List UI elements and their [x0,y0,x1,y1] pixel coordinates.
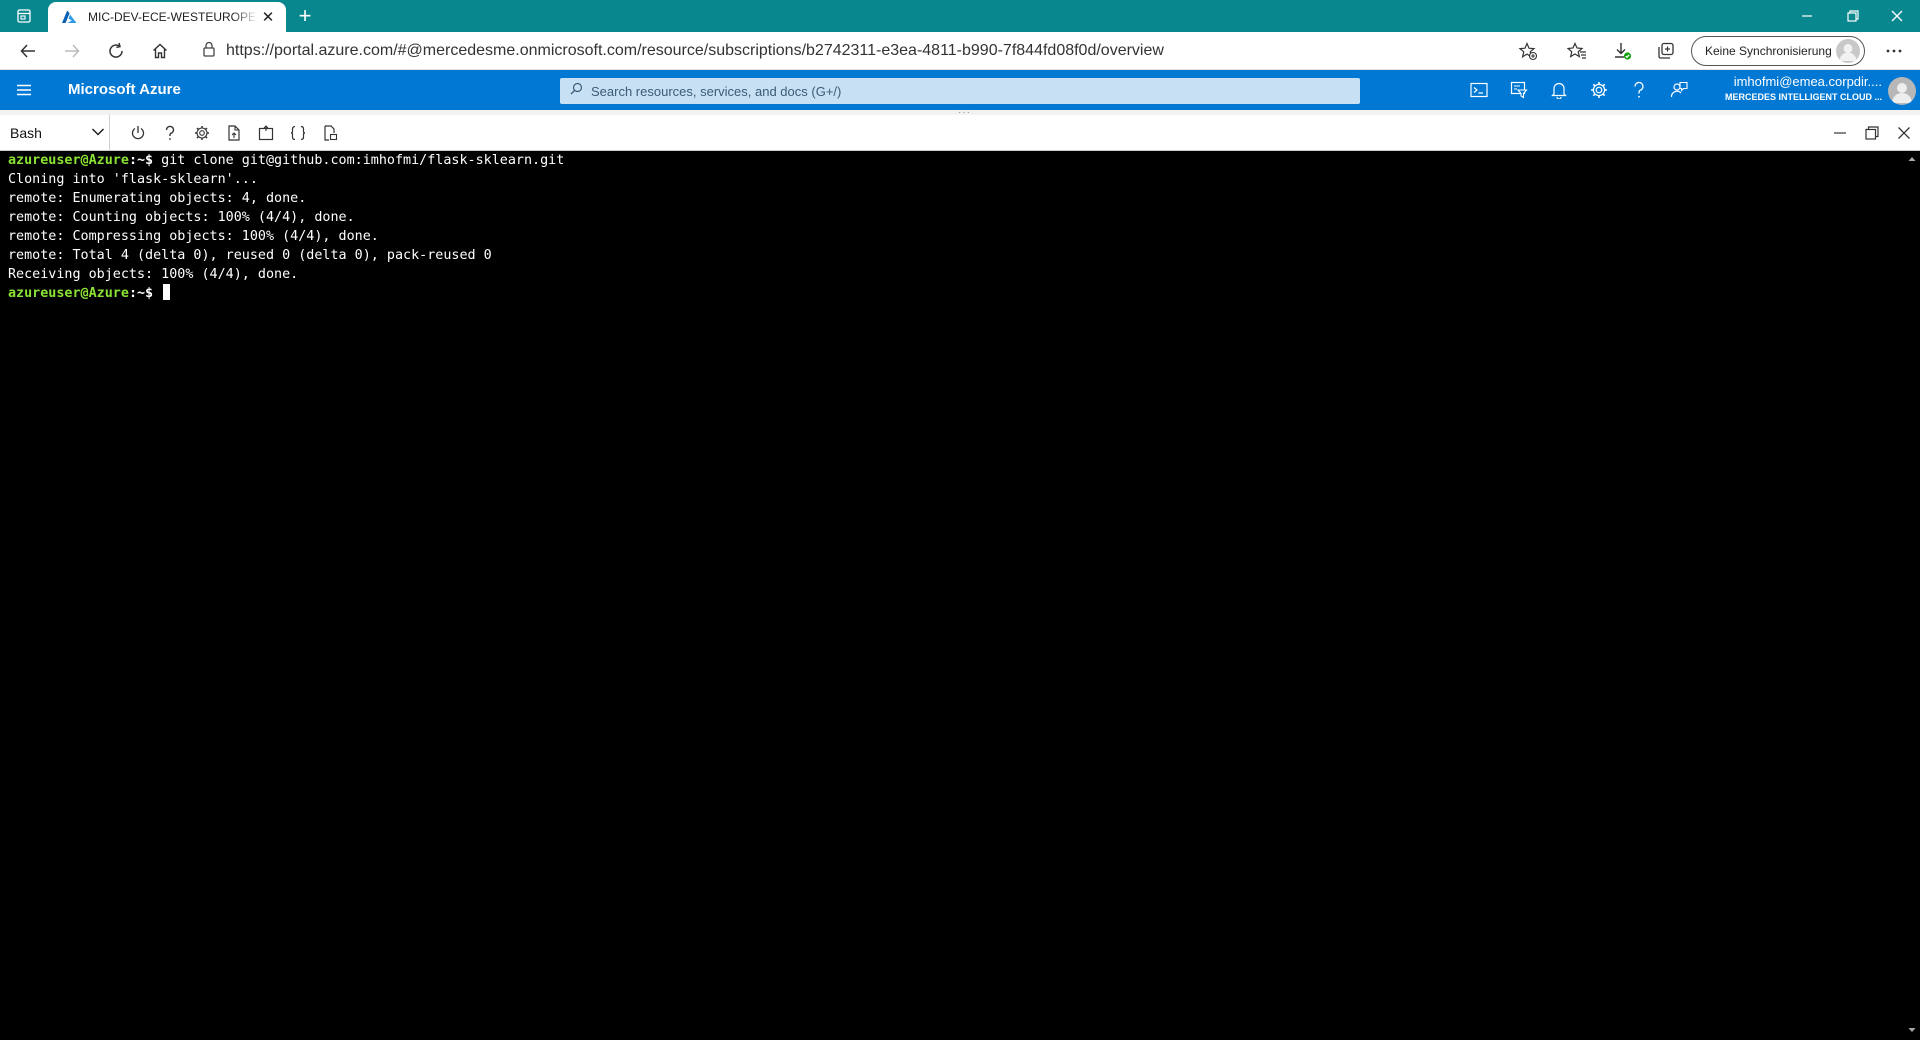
forward-icon[interactable] [56,35,88,67]
terminal-output[interactable]: azureuser@Azure:~$ git clone git@github.… [0,151,1904,1040]
notifications-icon[interactable] [1544,75,1574,105]
portal-brand[interactable]: Microsoft Azure [68,70,181,110]
help-icon[interactable] [1624,75,1654,105]
portal-search-input[interactable]: Search resources, services, and docs (G+… [560,78,1360,104]
profile-avatar-icon [1836,39,1860,63]
sync-profile-button[interactable]: Keine Synchronisierung [1691,36,1865,66]
minimize-shell-icon[interactable] [1826,119,1854,147]
portal-header: Microsoft Azure Search resources, servic… [0,70,1920,110]
upload-download-files-icon[interactable] [220,119,248,147]
account-name: imhofmi@emea.corpdir.... [1733,74,1882,89]
more-options-icon[interactable] [1878,35,1910,67]
window-restore-icon[interactable] [1830,0,1876,32]
favorites-icon[interactable] [1561,35,1593,67]
terminal-cursor [163,284,171,300]
browser-tab-strip: MIC-DEV-ECE-WESTEUROPE-DD ✕ + [0,0,1920,32]
editor-braces-icon[interactable] [284,119,312,147]
command-text: git clone git@github.com:imhofmi/flask-s… [153,153,565,168]
tab-title: MIC-DEV-ECE-WESTEUROPE-DD [88,10,258,24]
terminal-output-line: Receiving objects: 100% (4/4), done. [8,267,299,282]
close-shell-icon[interactable] [1890,119,1918,147]
browser-toolbar: https://portal.azure.com/#@mercedesme.on… [0,32,1920,70]
address-bar[interactable]: https://portal.azure.com/#@mercedesme.on… [192,37,1582,65]
add-favorite-icon[interactable] [1512,35,1544,67]
directory-filter-icon[interactable] [1504,75,1534,105]
web-preview-icon[interactable] [316,119,344,147]
feedback-icon[interactable] [1664,75,1694,105]
maximize-shell-icon[interactable] [1858,119,1886,147]
command-text [153,286,161,301]
user-avatar-icon[interactable] [1888,77,1916,105]
prompt-suffix: :~$ [128,286,154,301]
collections-icon[interactable] [1650,35,1682,67]
cloud-shell-toolbar: Bash [0,115,1920,151]
terminal-output-line: remote: Total 4 (delta 0), reused 0 (del… [8,248,492,263]
prompt-suffix: :~$ [128,153,154,168]
terminal-output-line: remote: Compressing objects: 100% (4/4),… [8,229,379,244]
help-icon[interactable] [156,119,184,147]
portal-menu-icon[interactable] [10,76,38,104]
shell-type-select[interactable]: Bash [0,115,110,151]
refresh-icon[interactable] [100,35,132,67]
search-icon [570,82,583,100]
terminal-command-line: azureuser@Azure:~$ git clone git@github.… [8,151,1904,170]
scroll-down-arrow-icon[interactable] [1908,1026,1916,1034]
sync-label: Keine Synchronisierung [1705,44,1832,58]
terminal-output-line: remote: Counting objects: 100% (4/4), do… [8,210,355,225]
azure-logo-icon [60,8,78,26]
terminal-output-line: remote: Enumerating objects: 4, done. [8,191,307,206]
tab-actions-icon[interactable] [8,0,40,32]
window-close-icon[interactable] [1874,0,1920,32]
home-icon[interactable] [144,35,176,67]
restart-power-icon[interactable] [124,119,152,147]
chevron-down-icon [91,124,105,142]
window-minimize-icon[interactable] [1784,0,1830,32]
prompt-user: azureuser@Azure [8,286,129,301]
downloads-icon[interactable] [1606,35,1638,67]
lock-icon[interactable] [202,41,216,62]
open-new-session-icon[interactable] [252,119,280,147]
terminal-output-line: Cloning into 'flask-sklearn'... [8,172,258,187]
tab-close-icon[interactable]: ✕ [258,7,278,27]
url-text[interactable]: https://portal.azure.com/#@mercedesme.on… [226,42,1164,60]
settings-gear-icon[interactable] [1584,75,1614,105]
new-tab-icon[interactable]: + [290,0,320,32]
account-directory: MERCEDES INTELLIGENT CLOUD ... [1724,92,1882,102]
browser-tab[interactable]: MIC-DEV-ECE-WESTEUROPE-DD ✕ [48,2,286,32]
scroll-up-arrow-icon[interactable] [1908,155,1916,163]
search-placeholder: Search resources, services, and docs (G+… [591,83,842,99]
back-icon[interactable] [12,35,44,67]
settings-gear-icon[interactable] [188,119,216,147]
terminal-command-line: azureuser@Azure:~$ [8,284,1904,303]
cloud-shell-icon[interactable] [1464,75,1494,105]
account-menu[interactable]: imhofmi@emea.corpdir.... MERCEDES INTELL… [1716,74,1882,106]
terminal-scrollbar[interactable] [1904,151,1920,1040]
shell-type-label: Bash [10,125,42,141]
prompt-user: azureuser@Azure [8,153,129,168]
